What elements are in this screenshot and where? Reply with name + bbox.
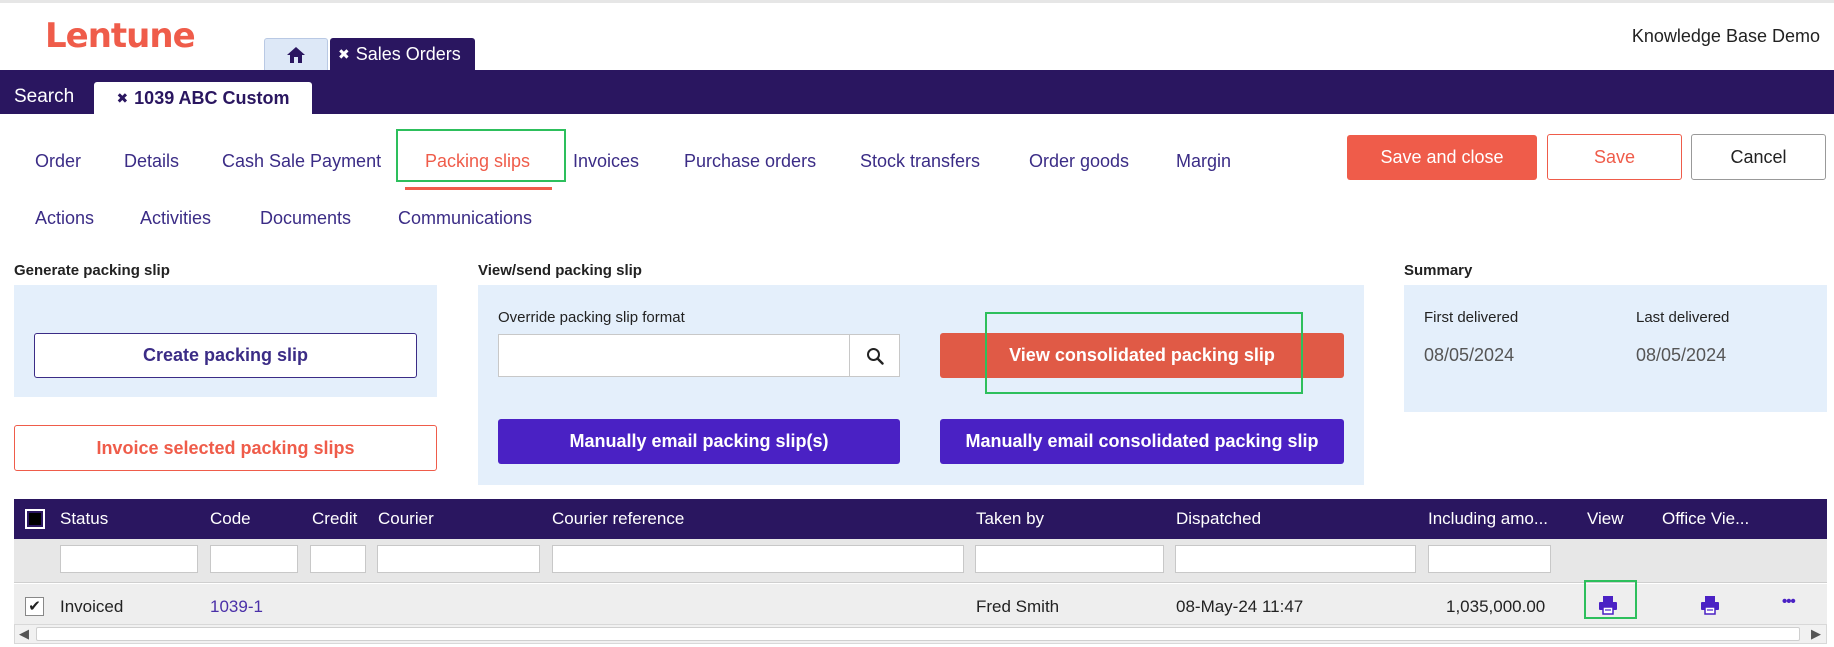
filter-including-amount[interactable] [1428,545,1551,573]
select-all-checkbox[interactable] [25,509,45,529]
create-packing-slip-button[interactable]: Create packing slip [34,333,417,378]
nav-purchase-orders[interactable]: Purchase orders [684,151,816,172]
nav-cash-sale-payment[interactable]: Cash Sale Payment [222,151,381,172]
row-taken-by: Fred Smith [976,597,1060,616]
tab-sales-orders[interactable]: ✖ Sales Orders [330,38,475,71]
row-dispatched: 08-May-24 11:47 [1176,597,1304,616]
column-office-view[interactable]: Office Vie... [1662,509,1749,529]
scroll-left-arrow[interactable]: ◀ [19,626,29,642]
column-including-amount[interactable]: Including amo... [1428,509,1548,529]
active-tab-indicator [405,187,552,190]
manually-email-consolidated-button[interactable]: Manually email consolidated packing slip [940,419,1344,464]
more-icon[interactable]: ••• [1782,593,1796,610]
column-status[interactable]: Status [60,509,108,529]
highlight-view-print [1584,580,1637,619]
subtab-search[interactable]: Search [14,86,74,108]
nav-invoices[interactable]: Invoices [573,151,639,172]
scrollbar-thumb[interactable] [36,627,1800,641]
filter-dispatched[interactable] [1175,545,1416,573]
filter-courier-reference[interactable] [552,545,964,573]
column-credit[interactable]: Credit [312,509,357,529]
filter-credit[interactable] [310,545,366,573]
row-checkbox[interactable]: ✔ [25,597,44,616]
subtab-order[interactable]: ✖ 1039 ABC Custom [94,82,312,114]
nav-details[interactable]: Details [124,151,179,172]
top-border [0,0,1834,3]
filter-code[interactable] [210,545,298,573]
lentune-logo: Lentune [45,16,196,56]
column-code[interactable]: Code [210,509,251,529]
scroll-right-arrow[interactable]: ▶ [1811,626,1821,642]
subtab-order-label: 1039 ABC Custom [134,87,290,108]
last-delivered-value: 08/05/2024 [1636,345,1727,365]
nav-order-goods[interactable]: Order goods [1029,151,1129,172]
override-format-label: Override packing slip format [498,309,685,326]
close-icon[interactable]: ✖ [116,90,128,107]
home-icon [287,47,305,63]
summary-section-title: Summary [1404,262,1473,279]
override-format-input[interactable] [498,334,849,377]
override-search-button[interactable] [849,334,900,377]
table-header [14,499,1827,539]
column-courier[interactable]: Courier [378,509,434,529]
row-status: Invoiced [60,597,124,616]
first-delivered-value: 08/05/2024 [1424,345,1515,365]
column-view[interactable]: View [1587,509,1624,529]
workspace-name[interactable]: Knowledge Base Demo [1632,26,1820,47]
manually-email-button[interactable]: Manually email packing slip(s) [498,419,900,464]
highlight-packing-slips [396,129,566,182]
cancel-button[interactable]: Cancel [1691,134,1826,180]
nav-communications[interactable]: Communications [398,208,532,229]
search-icon [866,347,884,365]
home-tab[interactable] [264,38,328,71]
column-courier-reference[interactable]: Courier reference [552,509,684,529]
column-dispatched[interactable]: Dispatched [1176,509,1261,529]
save-button[interactable]: Save [1547,134,1682,180]
invoice-selected-button[interactable]: Invoice selected packing slips [14,425,437,471]
nav-stock-transfers[interactable]: Stock transfers [860,151,980,172]
close-icon[interactable]: ✖ [338,46,350,63]
nav-actions[interactable]: Actions [35,208,94,229]
last-delivered-label: Last delivered [1636,309,1730,326]
filter-status[interactable] [60,545,198,573]
row-amount: 1,035,000.00 [1446,597,1546,616]
nav-order[interactable]: Order [35,151,81,172]
highlight-view-consolidated [985,312,1303,394]
table-row[interactable] [14,584,1827,624]
tab-label: Sales Orders [355,44,461,64]
view-send-section-title: View/send packing slip [478,262,642,279]
filter-courier[interactable] [377,545,540,573]
office-view-print-button[interactable] [1700,595,1720,620]
filter-taken-by[interactable] [975,545,1164,573]
save-and-close-button[interactable]: Save and close [1347,135,1537,180]
generate-section-title: Generate packing slip [14,262,170,279]
nav-documents[interactable]: Documents [260,208,351,229]
nav-margin[interactable]: Margin [1176,151,1231,172]
printer-icon [1701,596,1719,615]
row-code-link[interactable]: 1039-1 [210,597,263,617]
nav-activities[interactable]: Activities [140,208,211,229]
first-delivered-label: First delivered [1424,309,1519,326]
column-taken-by[interactable]: Taken by [976,509,1044,529]
